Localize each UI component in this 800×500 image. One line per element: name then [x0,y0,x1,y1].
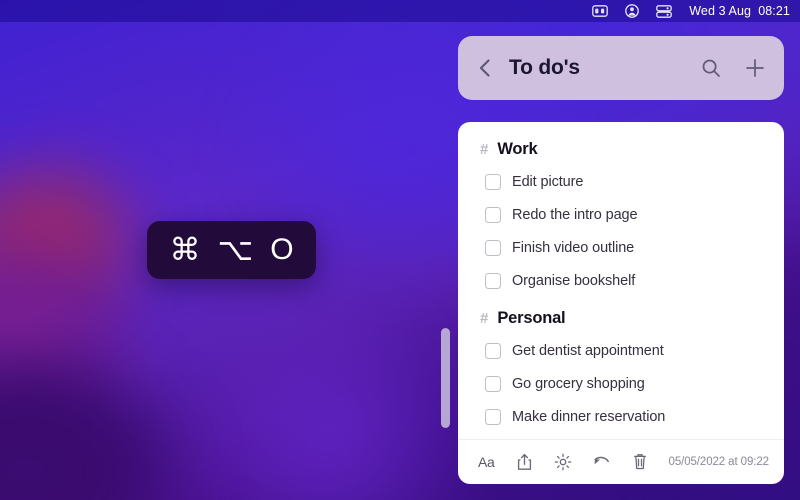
hash-icon: # [480,141,489,158]
checkbox[interactable] [485,272,501,289]
section-title-personal: Personal [497,309,566,327]
keyboard-shortcut-overlay: ⌘ ⌥ O [147,221,316,279]
hash-icon: # [480,310,489,327]
control-center-icon[interactable] [591,4,609,18]
trash-icon[interactable] [632,452,648,472]
todo-item[interactable]: Get dentist appointment [480,334,766,367]
checkbox[interactable] [485,173,501,190]
undo-icon[interactable] [593,452,611,472]
command-key-glyph: ⌘ [169,231,201,268]
todo-label: Redo the intro page [512,206,638,223]
todo-item[interactable]: Organise bookshelf [480,264,766,297]
todo-item[interactable]: Edit picture [480,165,766,198]
add-note-icon[interactable] [744,57,766,79]
notes-titlebar: To do's [458,36,784,100]
page-title: To do's [509,56,580,79]
share-icon[interactable] [516,452,533,472]
checkbox[interactable] [485,342,501,359]
section-heading-work: # Work [480,140,766,159]
search-icon[interactable] [700,57,722,79]
desktop-screen: Wed 3 Aug 08:21 ⌘ ⌥ O To do's # Work Edi… [0,0,800,500]
todo-item[interactable]: Make dinner reservation [480,400,766,433]
account-circle-icon[interactable] [623,4,641,18]
section-heading-personal: # Personal [480,309,766,328]
todo-label: Finish video outline [512,239,635,256]
section-title-work: Work [497,140,538,158]
text-format-icon[interactable]: Aa [478,452,495,472]
note-card: # Work Edit picture Redo the intro page … [458,122,784,484]
notes-panel: To do's # Work Edit picture Redo the int… [458,36,784,484]
todo-label: Get dentist appointment [512,342,664,359]
letter-o-key-glyph: O [270,233,294,266]
todo-label: Make dinner reservation [512,408,666,425]
page-scrollbar-track[interactable] [441,328,450,428]
todo-item[interactable]: Finish video outline [480,231,766,264]
dock-toggle-icon[interactable] [655,4,673,18]
todo-label: Edit picture [512,173,584,190]
menu-bar: Wed 3 Aug 08:21 [0,0,800,22]
checkbox[interactable] [485,375,501,392]
note-timestamp: 05/05/2022 at 09:22 [668,456,770,468]
checkbox[interactable] [485,408,501,425]
titlebar-actions [700,57,766,79]
todo-item[interactable]: Redo the intro page [480,198,766,231]
note-content: # Work Edit picture Redo the intro page … [480,140,766,439]
menubar-clock[interactable]: Wed 3 Aug 08:21 [689,4,790,18]
checkbox[interactable] [485,239,501,256]
checkbox[interactable] [485,206,501,223]
todo-label: Go grocery shopping [512,375,645,392]
todo-label: Organise bookshelf [512,272,636,289]
page-scrollbar-thumb[interactable] [441,328,450,428]
back-chevron-icon[interactable] [474,57,496,79]
option-key-glyph: ⌥ [217,231,254,268]
gear-icon[interactable] [554,452,572,472]
note-toolbar: Aa 05/05/2022 at 09:22 [458,439,784,484]
todo-item[interactable]: Go grocery shopping [480,367,766,400]
